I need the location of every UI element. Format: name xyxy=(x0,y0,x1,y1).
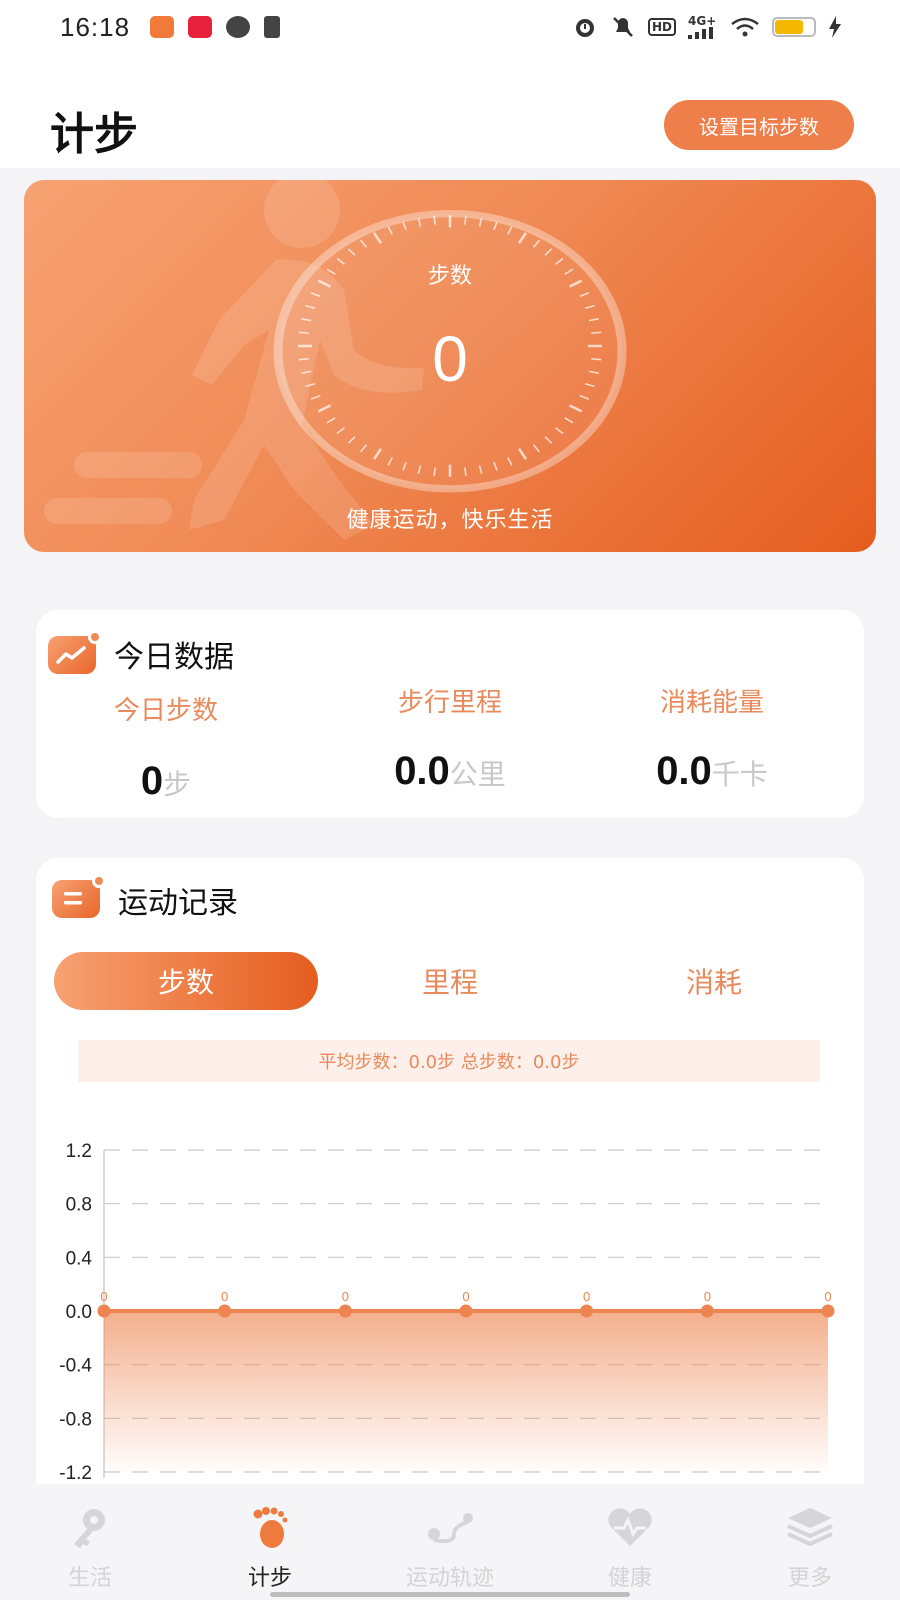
hd-icon: HD xyxy=(647,18,676,36)
stat-energy-value: 0.0 xyxy=(656,749,712,793)
key-icon xyxy=(74,1509,105,1548)
stat-steps-unit: 步 xyxy=(163,768,192,801)
chart-data-label: 0 xyxy=(221,1289,228,1304)
nav-label-more: 更多 xyxy=(787,1566,832,1591)
stat-steps-value: 0 xyxy=(140,759,164,803)
nav-label-steps: 计步 xyxy=(247,1566,292,1591)
bottom-nav: 生活 计步 运动轨迹 健康 更多 xyxy=(0,1484,900,1600)
stat-distance: 步行里程 0.0公里 xyxy=(320,682,580,794)
chart-data-label: 0 xyxy=(462,1289,469,1304)
chart-y-tick-label: 1.2 xyxy=(66,1141,92,1162)
step-label: 步数 xyxy=(427,264,472,289)
chart-data-label: 0 xyxy=(583,1289,590,1304)
chart-point xyxy=(580,1304,594,1318)
today-data-card: 今日数据 今日步数 0步 步行里程 0.0公里 消耗能量 0.0千卡 xyxy=(36,610,864,818)
network-label: 4G+ xyxy=(688,14,717,28)
today-title: 今日数据 xyxy=(114,640,234,675)
nav-item-steps[interactable]: 计步 xyxy=(180,1484,360,1600)
chart-y-tick-label: 0.0 xyxy=(66,1302,92,1323)
heart-icon xyxy=(608,1508,652,1546)
news-app-icon xyxy=(150,16,174,38)
battery-icon xyxy=(772,17,816,37)
chart-data-label: 0 xyxy=(342,1289,349,1304)
footprint-icon xyxy=(253,1507,288,1548)
charging-icon xyxy=(829,16,841,38)
stat-distance-label: 步行里程 xyxy=(397,688,502,718)
stat-energy-label: 消耗能量 xyxy=(659,688,764,718)
stat-steps-label: 今日步数 xyxy=(113,696,218,726)
chart-point xyxy=(97,1304,111,1318)
steps-chart: 1.2 0.8 0.4 0.0 -0.4 -0.8 -1.2 0 0 0 0 0 0 0 xyxy=(59,1141,835,1484)
chart-y-tick-label: 0.8 xyxy=(66,1195,92,1216)
signal-4g-icon: 4G+ xyxy=(688,15,718,39)
status-bar: 16:18 HD 4G+ xyxy=(0,0,900,56)
stat-energy: 消耗能量 0.0千卡 xyxy=(582,682,842,794)
chart-point xyxy=(700,1304,714,1318)
nav-label-route: 运动轨迹 xyxy=(405,1566,494,1591)
step-count: 0 xyxy=(432,323,468,395)
nav-item-life[interactable]: 生活 xyxy=(0,1484,180,1600)
step-counter-card: 步数 0 健康运动，快乐生活 xyxy=(24,180,876,552)
chart-point xyxy=(459,1304,473,1318)
chart-point xyxy=(218,1304,232,1318)
alarm-icon xyxy=(575,19,594,37)
chart-data-label: 0 xyxy=(704,1289,711,1304)
stat-energy-unit: 千卡 xyxy=(711,758,768,791)
compass-icon xyxy=(226,16,250,38)
chart-y-tick-label: -0.4 xyxy=(59,1356,92,1377)
status-time: 16:18 xyxy=(60,12,131,42)
chart-area xyxy=(104,1311,828,1472)
nav-item-route[interactable]: 运动轨迹 xyxy=(360,1484,540,1600)
shopping-app-icon xyxy=(188,16,212,38)
status-left-icons xyxy=(150,16,280,38)
nav-label-life: 生活 xyxy=(67,1566,112,1591)
header: 计步 设置目标步数 xyxy=(0,56,900,168)
home-indicator xyxy=(270,1592,630,1597)
stat-steps: 今日步数 0步 xyxy=(36,690,296,804)
nav-label-health: 健康 xyxy=(607,1566,652,1591)
chart-y-tick-label: 0.4 xyxy=(66,1248,93,1269)
trend-chart-icon xyxy=(48,630,102,674)
chart-y-tick-label: -0.8 xyxy=(59,1409,92,1430)
layers-icon xyxy=(787,1508,833,1547)
route-icon xyxy=(428,1513,473,1544)
set-goal-button[interactable]: 设置目标步数 xyxy=(664,100,854,150)
exercise-records-card: 运动记录 步数 里程 消耗 平均步数：0.0步 总步数：0.0步 1.2 0.8 0… xyxy=(36,858,864,1498)
chart-data-label: 0 xyxy=(824,1289,831,1304)
chart-point xyxy=(821,1304,835,1318)
status-right-icons: HD 4G+ xyxy=(572,14,842,40)
battery-small-icon xyxy=(264,16,280,38)
page-title: 计步 xyxy=(50,109,138,160)
wifi-icon xyxy=(731,17,759,37)
chart-y-tick-label: -1.2 xyxy=(59,1463,92,1484)
chart-data-label: 0 xyxy=(100,1289,107,1304)
stat-distance-unit: 公里 xyxy=(449,758,506,791)
chart-point xyxy=(338,1304,352,1318)
nav-item-health[interactable]: 健康 xyxy=(540,1484,720,1600)
slogan: 健康运动，快乐生活 xyxy=(346,508,554,533)
stat-distance-value: 0.0 xyxy=(394,749,450,793)
nav-item-more[interactable]: 更多 xyxy=(720,1484,900,1600)
mute-icon xyxy=(613,17,633,37)
